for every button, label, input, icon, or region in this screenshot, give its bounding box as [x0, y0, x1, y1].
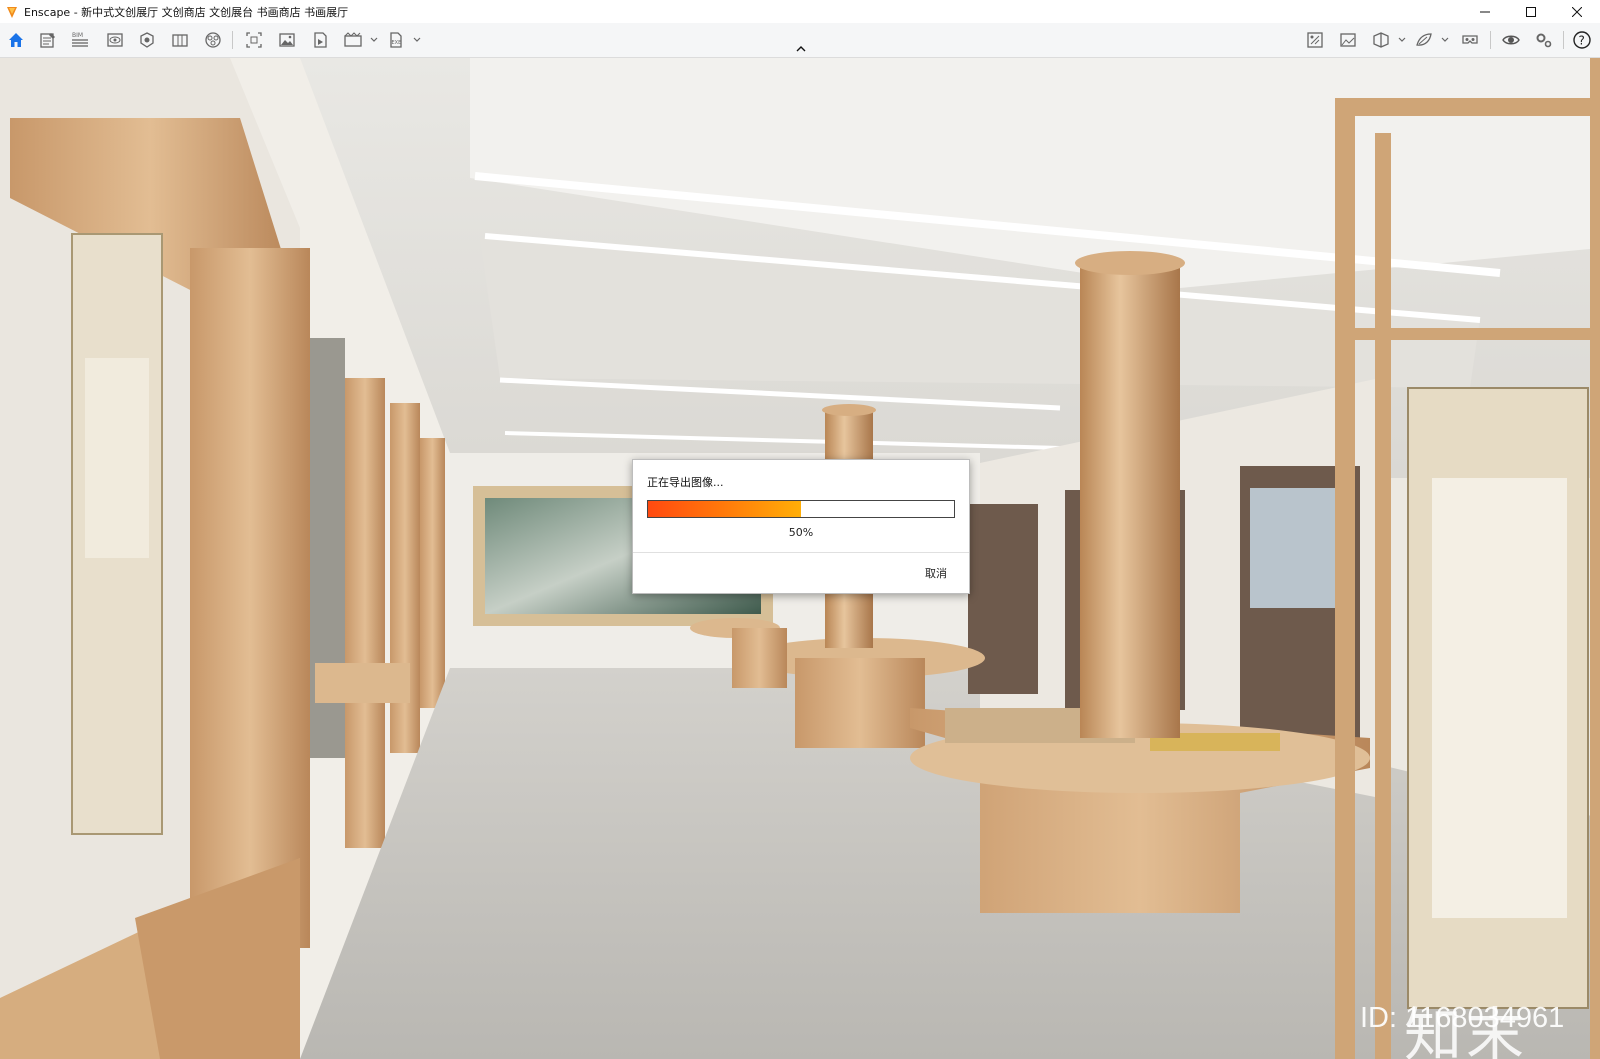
dialog-divider — [633, 552, 969, 553]
material-editor-icon[interactable] — [1413, 29, 1435, 51]
assets-icon[interactable] — [202, 29, 224, 51]
home-icon[interactable] — [5, 29, 27, 51]
view-management-icon[interactable] — [1337, 29, 1359, 51]
export-dropdown-chevron-icon[interactable] — [412, 33, 422, 47]
close-button[interactable] — [1554, 0, 1600, 23]
watermark-id: ID: 1168034961 — [1360, 1002, 1565, 1034]
svg-text:BIM: BIM — [72, 32, 83, 39]
sections-icon[interactable] — [169, 29, 191, 51]
help-icon[interactable]: ? — [1571, 29, 1593, 51]
visual-settings-icon[interactable] — [104, 29, 126, 51]
project-icon[interactable] — [37, 29, 59, 51]
sun-icon[interactable] — [136, 29, 158, 51]
vr-headset-icon[interactable] — [1459, 29, 1481, 51]
enscape-logo-icon — [4, 4, 20, 20]
title-bar: Enscape - 新中式文创展厅 文创商店 文创展台 书画商店 书画展厅 — [0, 0, 1600, 23]
export-progress-bar — [647, 500, 955, 518]
export-exe-icon[interactable]: EXE — [385, 29, 407, 51]
live-update-icon[interactable] — [1500, 29, 1522, 51]
dialog-title: 正在导出图像... — [647, 476, 724, 489]
batch-render-icon[interactable] — [309, 29, 331, 51]
svg-text:EXE: EXE — [392, 40, 402, 46]
settings-icon[interactable] — [1533, 29, 1555, 51]
cube-icon[interactable] — [1370, 29, 1392, 51]
minimize-button[interactable] — [1462, 0, 1508, 23]
video-icon[interactable] — [342, 29, 364, 51]
svg-text:?: ? — [1579, 34, 1585, 48]
window-title: Enscape - 新中式文创展厅 文创商店 文创展台 书画商店 书画展厅 — [24, 5, 349, 19]
material-dropdown-chevron-icon[interactable] — [1440, 33, 1450, 47]
bim-icon[interactable]: BIM — [69, 29, 91, 51]
render-image-icon[interactable] — [276, 29, 298, 51]
cube-dropdown-chevron-icon[interactable] — [1397, 33, 1407, 47]
collapse-toolbar-chevron-icon[interactable] — [794, 43, 808, 55]
maximize-button[interactable] — [1508, 0, 1554, 23]
export-progress-dialog: 正在导出图像... 50% 取消 — [632, 459, 970, 594]
screenshot-icon[interactable] — [243, 29, 265, 51]
collaborative-icon[interactable] — [1304, 29, 1326, 51]
video-dropdown-chevron-icon[interactable] — [369, 33, 379, 47]
toolbar: BIM EXE ? — [0, 23, 1600, 58]
cancel-button[interactable]: 取消 — [925, 565, 947, 581]
progress-percent-label: 50% — [788, 526, 814, 539]
progress-fill — [648, 501, 801, 517]
